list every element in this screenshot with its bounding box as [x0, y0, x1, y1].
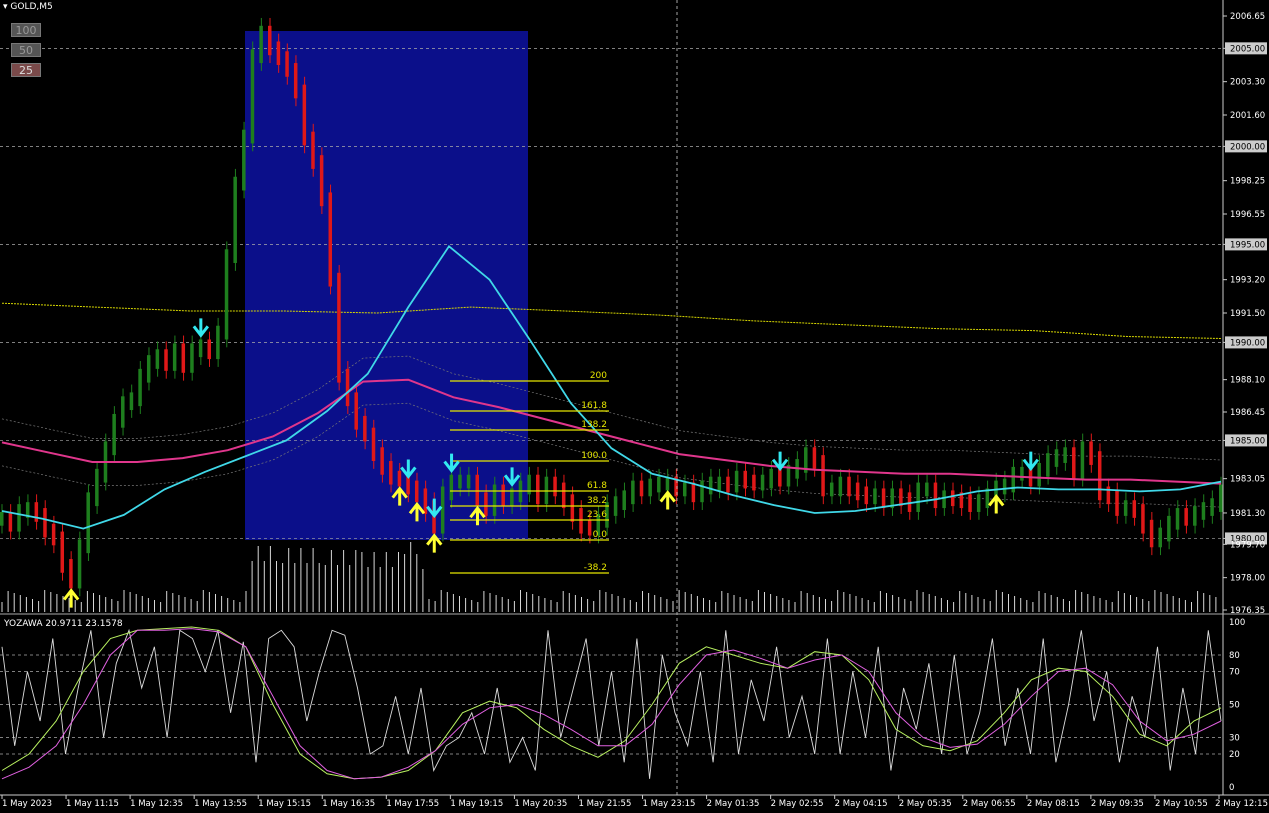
oscillator-label: YOZAWA 20.9711 23.1578 [4, 619, 123, 629]
time-tick-label: 2 May 09:35 [1091, 799, 1144, 809]
price-tick-label: 2001.60 [1230, 111, 1265, 121]
price-tick-label: 1995.00 [1230, 240, 1265, 250]
price-tick-label: 1986.45 [1230, 408, 1265, 418]
time-tick-label: 1 May 17:55 [386, 799, 439, 809]
price-tick-label: 1983.05 [1230, 475, 1265, 485]
fib-level-label: 38.2 [587, 496, 607, 506]
zoom-25-button[interactable]: 25 [11, 63, 41, 77]
price-tick-label: 1985.00 [1230, 436, 1265, 446]
symbol-label[interactable]: ▾ GOLD,M5 [3, 2, 53, 12]
price-tick-label: 2005.00 [1230, 44, 1265, 54]
time-tick-label: 1 May 12:35 [130, 799, 183, 809]
time-tick-label: 2 May 04:15 [835, 799, 888, 809]
time-tick-label: 2 May 05:35 [899, 799, 952, 809]
trading-chart[interactable]: 200161.8138.2100.061.838.223.60.0-38.2 2… [0, 0, 1269, 813]
time-tick-label: 2 May 01:35 [707, 799, 760, 809]
zoom-50-button[interactable]: 50 [11, 43, 41, 57]
price-tick-label: 1991.50 [1230, 309, 1265, 319]
time-tick-label: 2 May 12:15 [1215, 799, 1268, 809]
price-tick-label: 1988.10 [1230, 376, 1265, 386]
time-tick-label: 1 May 16:35 [322, 799, 375, 809]
time-tick-label: 1 May 19:15 [450, 799, 503, 809]
osc-tick-label: 70 [1229, 668, 1240, 678]
price-tick-label: 2003.30 [1230, 78, 1265, 88]
osc-tick-label: 100 [1229, 618, 1245, 628]
osc-tick-label: 30 [1229, 734, 1240, 744]
time-tick-label: 2 May 06:55 [963, 799, 1016, 809]
fib-level-label: 23.6 [587, 510, 607, 520]
price-tick-label: 1978.00 [1230, 574, 1265, 584]
osc-tick-label: 0 [1229, 783, 1234, 793]
time-tick-label: 1 May 13:55 [194, 799, 247, 809]
time-tick-label: 2 May 10:55 [1155, 799, 1208, 809]
fib-level-label: -38.2 [584, 563, 607, 573]
time-tick-label: 1 May 11:15 [66, 799, 119, 809]
fib-level-label: 61.8 [587, 481, 607, 491]
price-tick-label: 1979.70 [1230, 540, 1265, 550]
price-panel-background [0, 0, 1269, 813]
price-tick-label: 1996.55 [1230, 210, 1265, 220]
session-box [245, 31, 528, 540]
osc-tick-label: 50 [1229, 701, 1240, 711]
time-tick-label: 1 May 20:35 [514, 799, 567, 809]
fib-level-label: 161.8 [581, 401, 607, 411]
fib-level-label: 0.0 [593, 530, 608, 540]
time-tick-label: 1 May 15:15 [258, 799, 311, 809]
time-tick-label: 2 May 08:15 [1027, 799, 1080, 809]
fib-level-label: 138.2 [581, 420, 607, 430]
osc-tick-label: 20 [1229, 750, 1240, 760]
price-tick-label: 1990.00 [1230, 338, 1265, 348]
price-tick-label: 1981.30 [1230, 509, 1265, 519]
symbol-text: GOLD,M5 [10, 2, 53, 12]
price-tick-label: 2000.00 [1230, 142, 1265, 152]
fib-level-label: 200 [590, 371, 607, 381]
zoom-100-button[interactable]: 100 [11, 23, 41, 37]
price-tick-label: 1993.20 [1230, 276, 1265, 286]
price-tick-label: 2006.65 [1230, 12, 1265, 22]
session-rect [245, 31, 528, 540]
osc-tick-label: 80 [1229, 651, 1240, 661]
time-tick-label: 2 May 02:55 [771, 799, 824, 809]
fib-level-label: 100.0 [581, 451, 607, 461]
time-tick-label: 1 May 23:15 [643, 799, 696, 809]
price-tick-label: 1998.25 [1230, 177, 1265, 187]
time-tick-label: 1 May 21:55 [578, 799, 631, 809]
time-tick-label: 1 May 2023 [2, 799, 52, 809]
